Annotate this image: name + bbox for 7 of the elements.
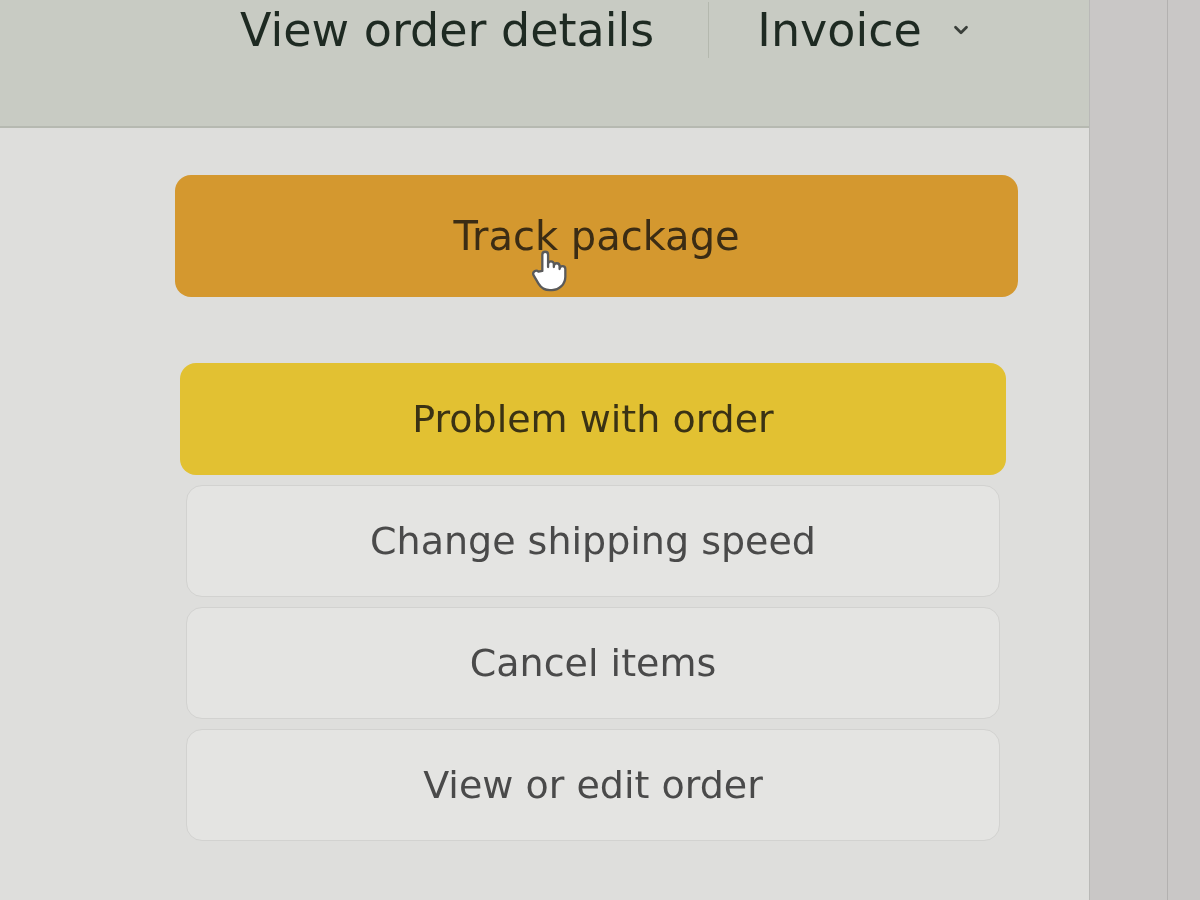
action-outline-button[interactable]: Change shipping speed: [186, 485, 1000, 597]
track-package-button[interactable]: Track package: [175, 175, 1018, 297]
invoice-dropdown[interactable]: Invoice: [709, 2, 972, 58]
view-details-link[interactable]: View order details: [240, 2, 710, 58]
action-outline-button[interactable]: View or edit order: [186, 729, 1000, 841]
action-outline-button[interactable]: Cancel items: [186, 607, 1000, 719]
problem-button[interactable]: Problem with order: [180, 363, 1006, 475]
